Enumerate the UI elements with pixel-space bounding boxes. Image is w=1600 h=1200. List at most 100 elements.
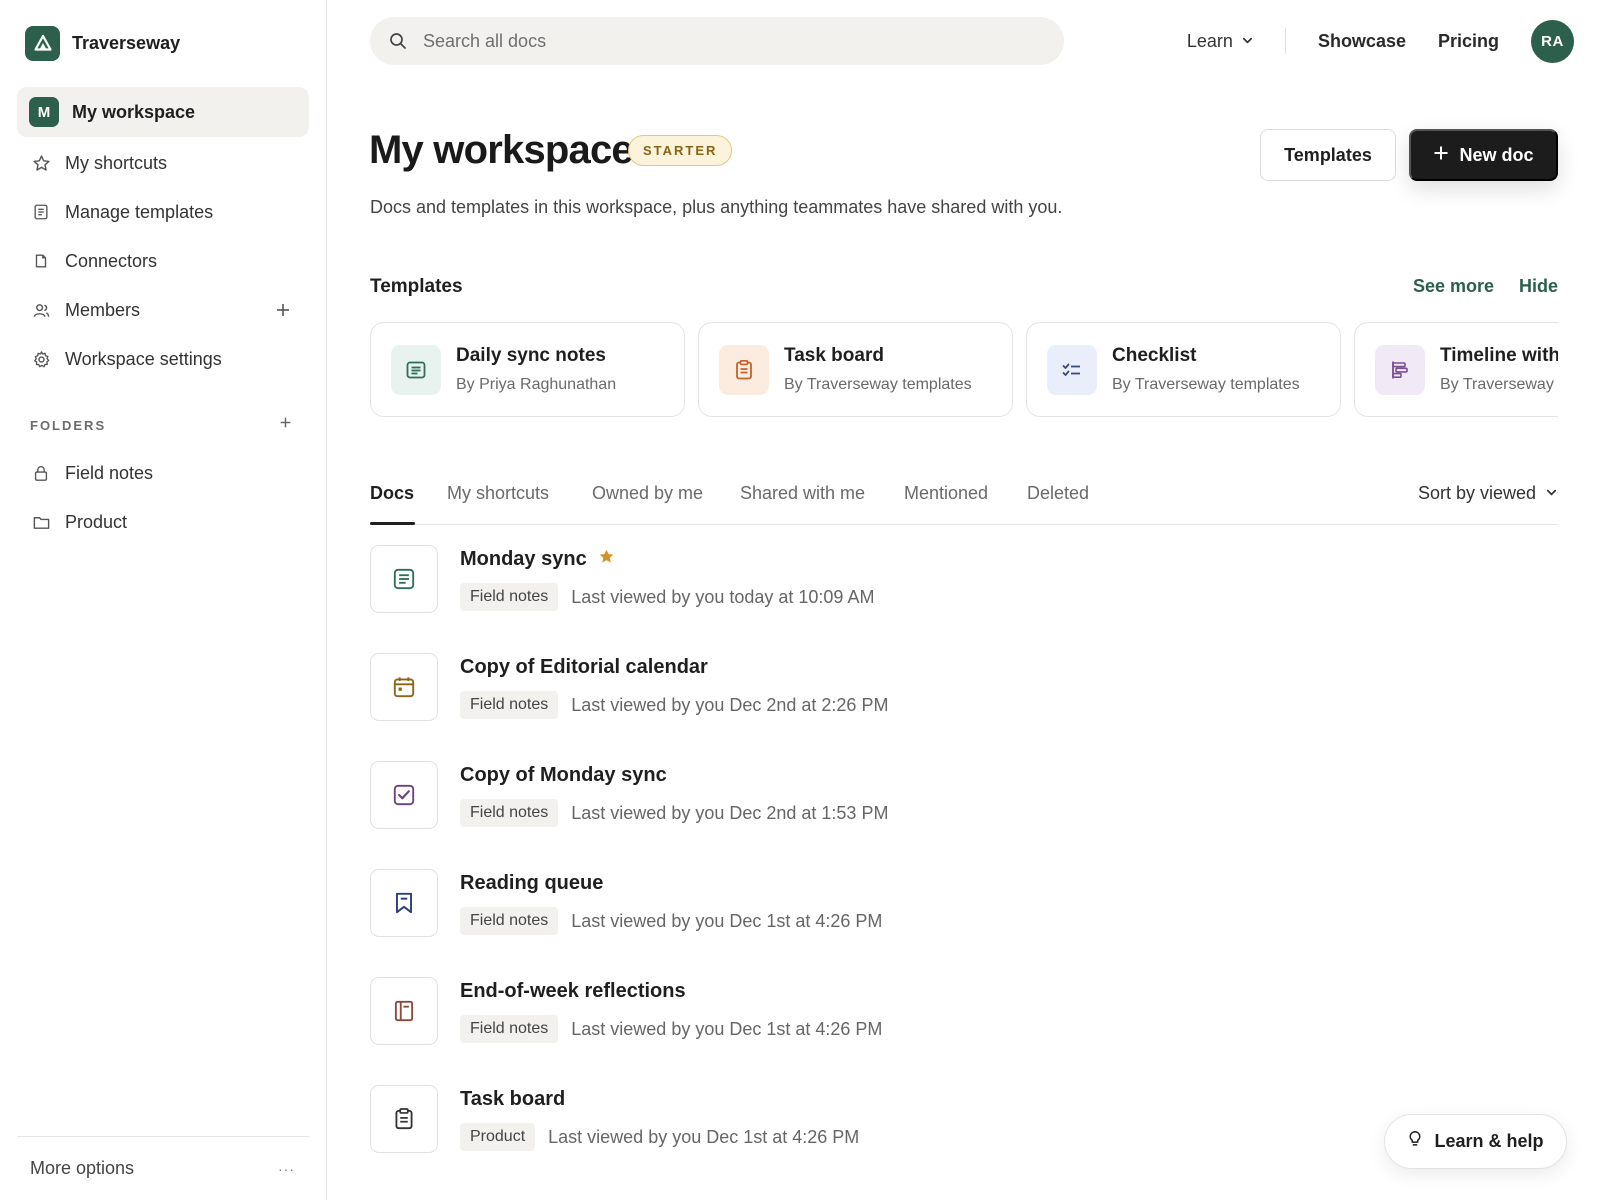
plus-icon bbox=[1433, 145, 1449, 166]
new-doc-label: New doc bbox=[1459, 144, 1534, 165]
template-card[interactable]: Daily sync notes By Priya Raghunathan bbox=[370, 322, 685, 417]
add-member-icon[interactable] bbox=[273, 300, 293, 320]
checklist-icon bbox=[1047, 344, 1097, 395]
sidebar-item-my-shortcuts[interactable]: My shortcuts bbox=[17, 139, 309, 187]
doc-row[interactable]: Copy of Editorial calendar Field notes L… bbox=[370, 653, 1370, 723]
doc-title: Task board bbox=[460, 1088, 566, 1110]
showcase-link[interactable]: Showcase bbox=[1318, 31, 1406, 52]
notes-icon bbox=[391, 344, 441, 395]
avatar[interactable]: RA bbox=[1531, 19, 1574, 63]
star-filled-icon[interactable] bbox=[598, 548, 615, 571]
clipboard-icon bbox=[719, 344, 769, 395]
tab-owned-by-me[interactable]: Owned by me bbox=[592, 483, 703, 504]
bookmark-icon bbox=[370, 869, 438, 937]
folder-tag[interactable]: Field notes bbox=[460, 691, 559, 719]
template-author: By Traverseway templates bbox=[1112, 376, 1300, 393]
more-options-label: More options bbox=[30, 1158, 135, 1178]
doc-title: Copy of Editorial calendar bbox=[460, 656, 708, 678]
template-card[interactable]: Timeline with By Traverseway bbox=[1354, 322, 1558, 417]
doc-title-wrap: Reading queue bbox=[460, 872, 603, 895]
folder-item-field-notes[interactable]: Field notes bbox=[17, 449, 309, 497]
notes-icon bbox=[370, 545, 438, 613]
sort-dropdown[interactable]: Sort by viewed bbox=[1418, 483, 1558, 504]
template-author: By Priya Raghunathan bbox=[456, 376, 617, 393]
folder-item-label: Field notes bbox=[65, 462, 154, 483]
last-viewed: Last viewed by you Dec 1st at 4:26 PM bbox=[571, 910, 883, 931]
doc-title-wrap: Task board bbox=[460, 1088, 565, 1111]
last-viewed: Last viewed by you Dec 2nd at 2:26 PM bbox=[571, 694, 889, 715]
doc-row[interactable]: Monday sync Field notes Last viewed by y… bbox=[370, 545, 1370, 615]
hide-link[interactable]: Hide bbox=[1519, 276, 1558, 297]
folders-header: FOLDERS bbox=[30, 416, 292, 434]
lock-icon bbox=[31, 463, 51, 483]
sidebar-item-label: Connectors bbox=[65, 250, 158, 271]
checkbox-icon bbox=[370, 761, 438, 829]
folder-item-product[interactable]: Product bbox=[17, 498, 309, 546]
tab-mentioned[interactable]: Mentioned bbox=[904, 483, 988, 504]
star-icon bbox=[31, 153, 51, 173]
sidebar-item-manage-templates[interactable]: Manage templates bbox=[17, 188, 309, 236]
folder-tag[interactable]: Product bbox=[460, 1123, 536, 1151]
template-card[interactable]: Checklist By Traverseway templates bbox=[1026, 322, 1341, 417]
tab-shared-with-me[interactable]: Shared with me bbox=[740, 483, 865, 504]
members-icon bbox=[31, 300, 51, 320]
doc-title-wrap: End-of-week reflections bbox=[460, 980, 686, 1003]
active-tab-underline bbox=[370, 522, 415, 525]
templates-button[interactable]: Templates bbox=[1260, 129, 1396, 181]
topnav-divider bbox=[1284, 28, 1286, 54]
see-more-link[interactable]: See more bbox=[1413, 276, 1494, 297]
sidebar-item-workspace-settings[interactable]: Workspace settings bbox=[17, 335, 309, 383]
search-input[interactable] bbox=[423, 30, 1023, 52]
new-doc-button[interactable]: New doc bbox=[1409, 129, 1558, 181]
doc-title-wrap: Copy of Editorial calendar bbox=[460, 656, 708, 679]
folders-label: FOLDERS bbox=[30, 417, 107, 433]
sidebar-item-label: Workspace settings bbox=[65, 348, 222, 369]
learn-dropdown[interactable]: Learn bbox=[1187, 31, 1254, 52]
sidebar-item-label: My shortcuts bbox=[65, 152, 168, 173]
template-name: Task board bbox=[784, 345, 884, 366]
doc-row[interactable]: End-of-week reflections Field notes Last… bbox=[370, 977, 1370, 1047]
page-subtitle: Docs and templates in this workspace, pl… bbox=[370, 197, 1063, 217]
more-dots-icon: ··· bbox=[278, 1160, 295, 1177]
doc-row[interactable]: Task board Product Last viewed by you De… bbox=[370, 1085, 1370, 1155]
lightbulb-icon bbox=[1407, 1130, 1423, 1153]
tab-docs[interactable]: Docs bbox=[370, 483, 414, 504]
templates-heading: Templates bbox=[370, 276, 463, 297]
doc-title-wrap: Monday sync bbox=[460, 548, 615, 571]
brand[interactable]: Traverseway bbox=[25, 25, 180, 61]
add-folder-icon[interactable] bbox=[279, 416, 292, 434]
sidebar-item-my-workspace[interactable]: M My workspace bbox=[17, 87, 309, 137]
search-icon bbox=[388, 31, 408, 51]
template-author: By Traverseway bbox=[1440, 376, 1554, 393]
more-options[interactable]: More options ··· bbox=[17, 1136, 309, 1200]
doc-meta: Field notes Last viewed by you Dec 2nd a… bbox=[460, 799, 888, 827]
sidebar-item-connectors[interactable]: Connectors bbox=[17, 237, 309, 285]
tab-deleted[interactable]: Deleted bbox=[1027, 483, 1089, 504]
doc-title: End-of-week reflections bbox=[460, 980, 686, 1002]
doc-meta: Field notes Last viewed by you Dec 1st a… bbox=[460, 907, 882, 935]
doc-title-wrap: Copy of Monday sync bbox=[460, 764, 667, 787]
page-title: My workspace bbox=[369, 128, 634, 172]
sidebar-nav: M My workspace My shortcuts Manage templ… bbox=[17, 87, 309, 384]
workspace-badge: M bbox=[29, 97, 59, 127]
folders-list: Field notes Product bbox=[17, 449, 309, 547]
clipboard-icon bbox=[370, 1085, 438, 1153]
folder-tag[interactable]: Field notes bbox=[460, 583, 559, 611]
search-bar[interactable] bbox=[370, 17, 1064, 65]
folder-tag[interactable]: Field notes bbox=[460, 799, 559, 827]
doc-row[interactable]: Copy of Monday sync Field notes Last vie… bbox=[370, 761, 1370, 831]
pricing-link[interactable]: Pricing bbox=[1438, 31, 1499, 52]
learn-help-button[interactable]: Learn & help bbox=[1384, 1114, 1567, 1169]
templates-row: Daily sync notes By Priya Raghunathan Ta… bbox=[370, 322, 1558, 417]
sidebar-item-members[interactable]: Members bbox=[17, 286, 309, 334]
last-viewed: Last viewed by you Dec 1st at 4:26 PM bbox=[571, 1018, 883, 1039]
last-viewed: Last viewed by you today at 10:09 AM bbox=[571, 586, 875, 607]
doc-row[interactable]: Reading queue Field notes Last viewed by… bbox=[370, 869, 1370, 939]
folder-tag[interactable]: Field notes bbox=[460, 1015, 559, 1043]
learn-label: Learn bbox=[1186, 30, 1233, 51]
tab-my-shortcuts[interactable]: My shortcuts bbox=[447, 483, 549, 504]
template-card[interactable]: Task board By Traverseway templates bbox=[698, 322, 1013, 417]
doc-title: Reading queue bbox=[460, 872, 604, 894]
folder-tag[interactable]: Field notes bbox=[460, 907, 559, 935]
last-viewed: Last viewed by you Dec 1st at 4:26 PM bbox=[548, 1126, 860, 1147]
